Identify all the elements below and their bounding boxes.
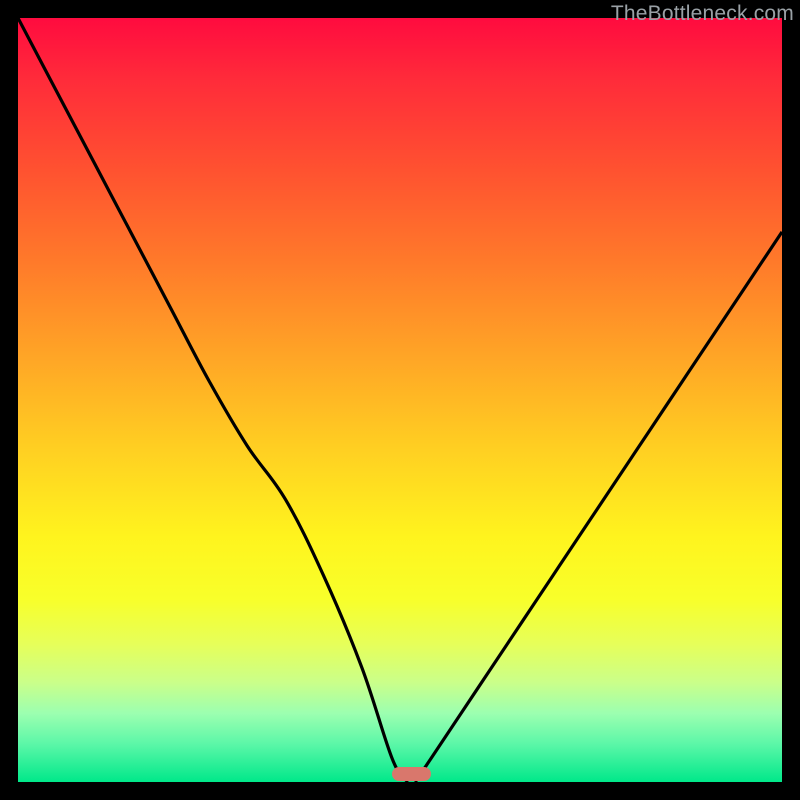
bottleneck-curve bbox=[18, 18, 782, 782]
curve-left-branch bbox=[18, 18, 408, 782]
curve-right-branch bbox=[415, 232, 782, 782]
plot-area bbox=[18, 18, 782, 782]
chart-frame: TheBottleneck.com bbox=[0, 0, 800, 800]
watermark-text: TheBottleneck.com bbox=[611, 2, 794, 26]
optimal-point-marker bbox=[392, 767, 430, 781]
